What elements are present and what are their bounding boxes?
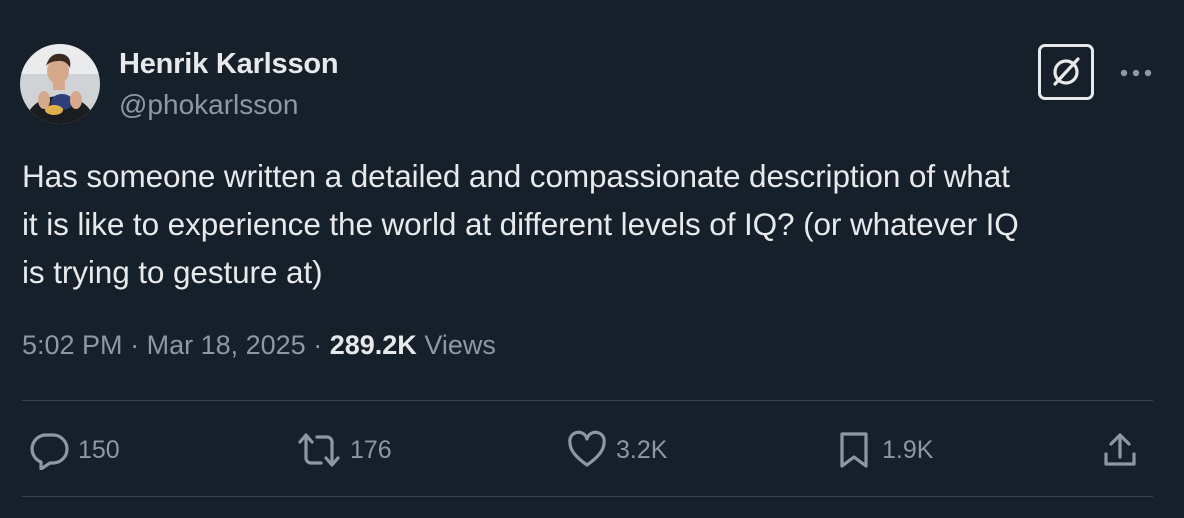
bookmark-icon xyxy=(840,432,868,468)
meta-separator: · xyxy=(313,330,323,360)
tweet-time[interactable]: 5:02 PM xyxy=(22,330,123,360)
divider xyxy=(22,400,1153,401)
bookmark-count: 1.9K xyxy=(882,435,934,464)
tweet-date[interactable]: Mar 18, 2025 xyxy=(147,330,306,360)
tweet-meta: 5:02 PM · Mar 18, 2025 · 289.2K Views xyxy=(22,330,496,361)
tweet-text-line: it is like to experience the world at di… xyxy=(22,206,1019,242)
tweet-text-line: is trying to gesture at) xyxy=(22,254,323,290)
reply-count: 150 xyxy=(78,435,120,464)
tweet-text: Has someone written a detailed and compa… xyxy=(22,152,1157,296)
more-button[interactable] xyxy=(1116,58,1156,88)
author-name[interactable]: Henrik Karlsson xyxy=(119,48,339,81)
meta-separator: · xyxy=(130,330,140,360)
bookmark-button[interactable]: 1.9K xyxy=(834,428,933,472)
avatar[interactable] xyxy=(20,44,100,124)
like-button[interactable]: 3.2K xyxy=(566,428,667,472)
avatar-photo-icon xyxy=(20,44,100,124)
heart-icon xyxy=(568,430,606,467)
reply-icon xyxy=(30,433,69,470)
author-handle[interactable]: @phokarlsson xyxy=(119,89,298,121)
reply-button[interactable]: 150 xyxy=(28,428,120,472)
grok-button[interactable] xyxy=(1038,44,1094,100)
like-count: 3.2K xyxy=(616,435,668,464)
more-icon xyxy=(1120,69,1152,77)
views-label[interactable]: Views xyxy=(424,330,496,360)
grok-icon xyxy=(1053,57,1080,86)
tweet: Henrik Karlsson @phokarlsson Has someone… xyxy=(0,0,1184,518)
tweet-text-line: Has someone written a detailed and compa… xyxy=(22,158,1010,194)
repost-button[interactable]: 176 xyxy=(296,428,392,472)
repost-count: 176 xyxy=(350,435,392,464)
repost-icon xyxy=(298,433,340,467)
share-icon xyxy=(1104,433,1136,466)
divider xyxy=(22,496,1153,497)
views-count[interactable]: 289.2K xyxy=(330,330,417,360)
share-button[interactable] xyxy=(1100,428,1140,472)
